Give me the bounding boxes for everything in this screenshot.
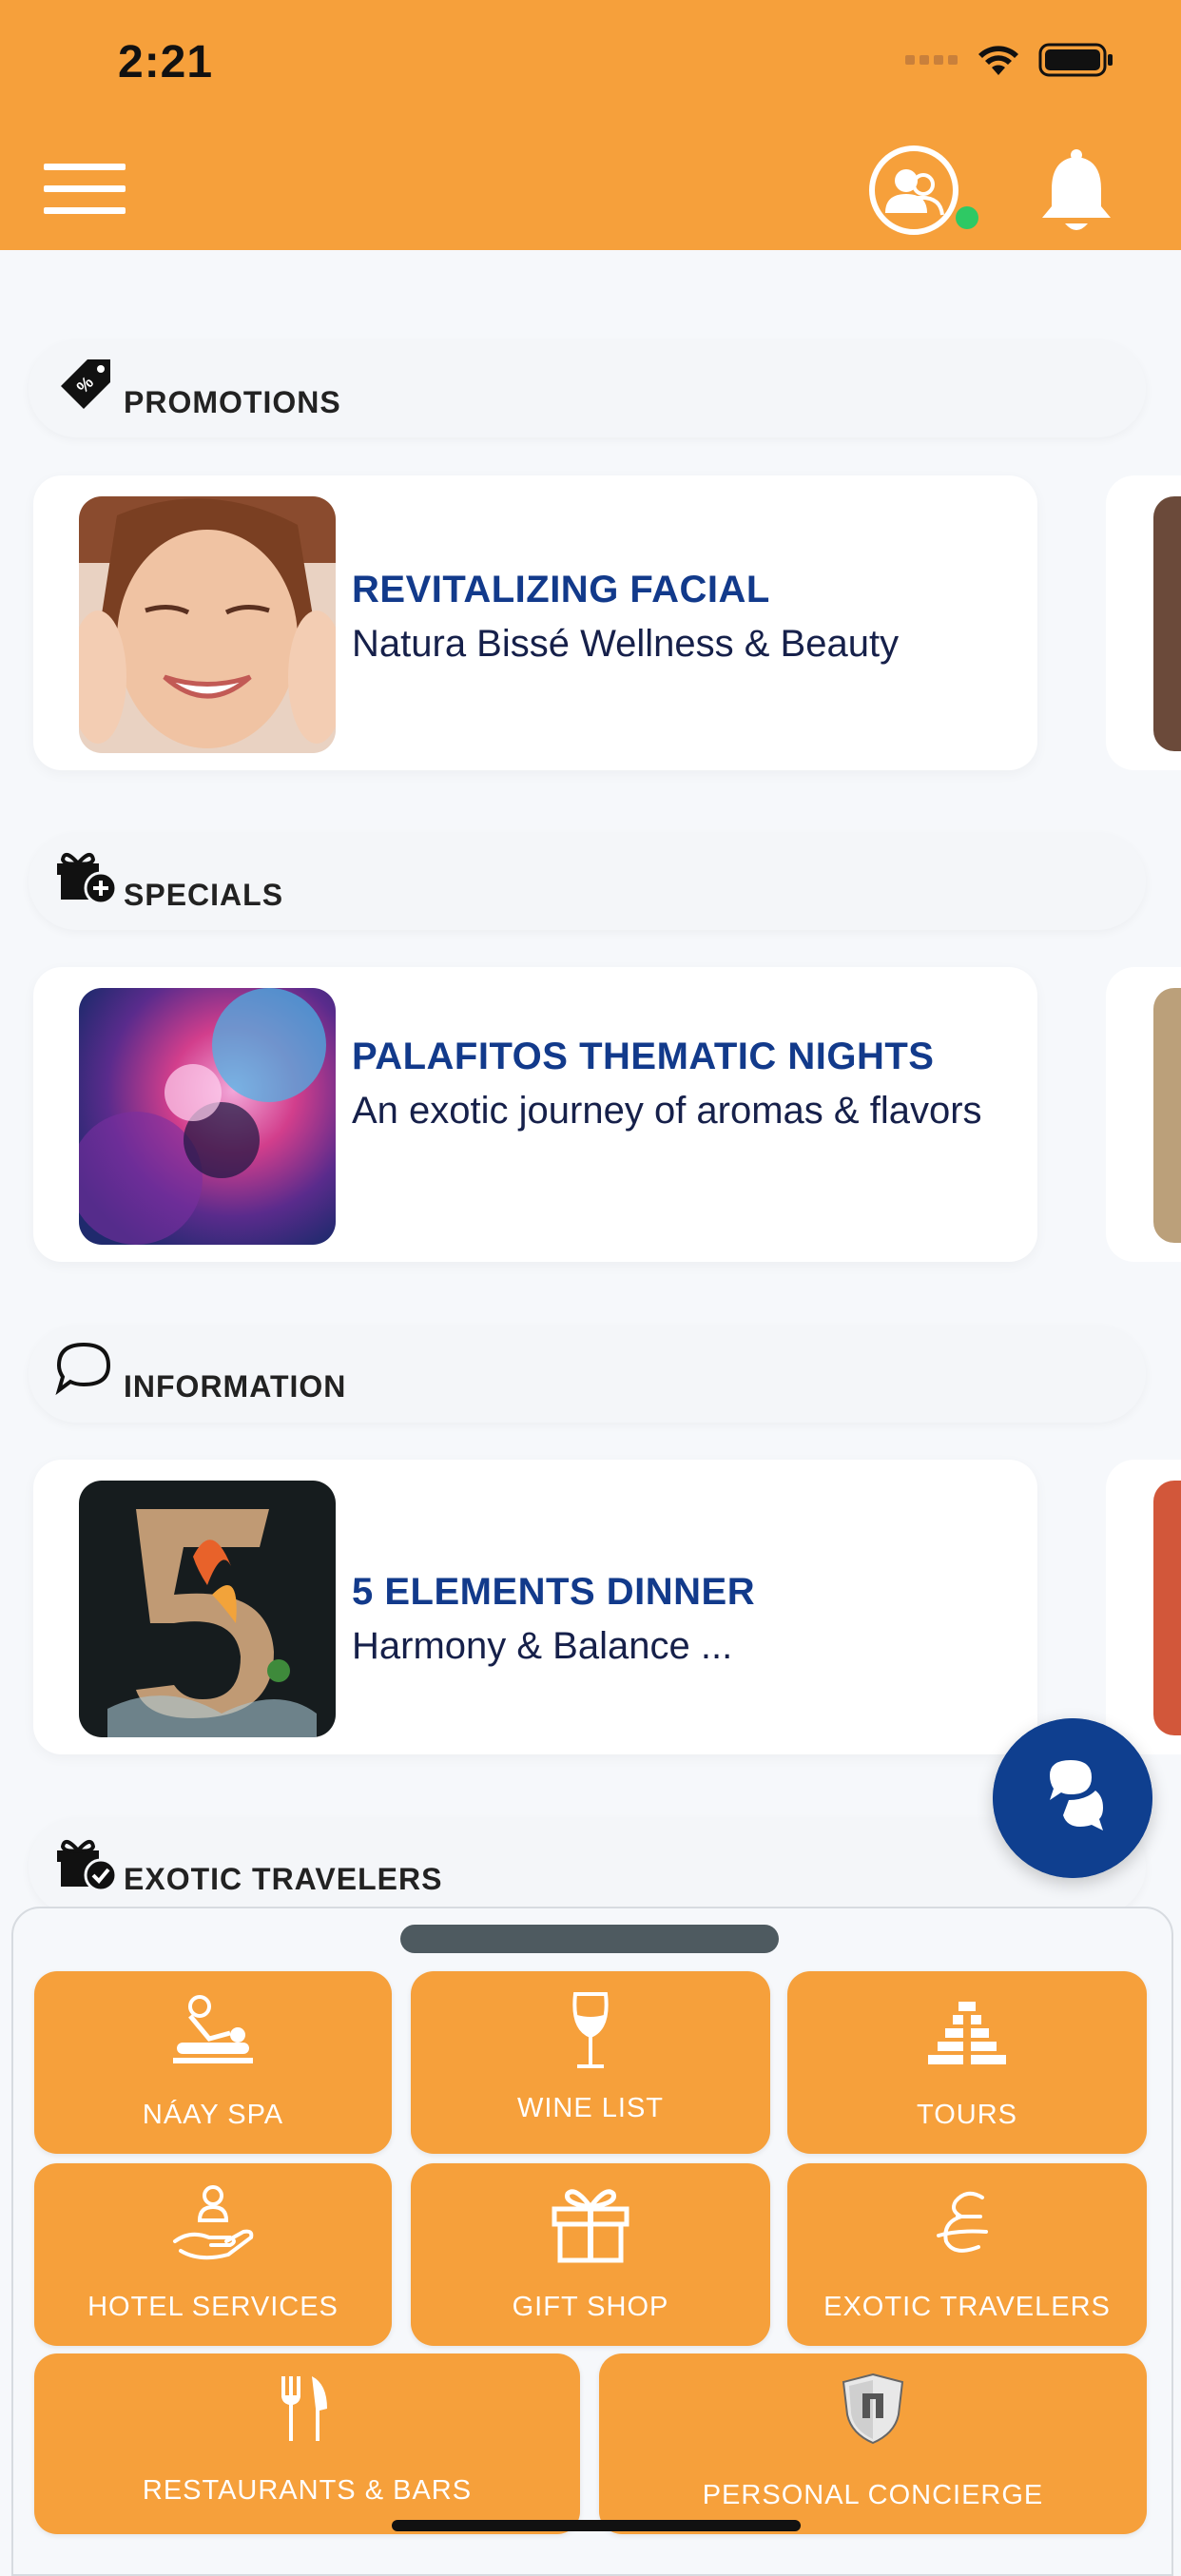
section-title-specials: SPECIALS [124,878,284,912]
information-card[interactable]: 5 ELEMENTS DINNER Harmony & Balance ... [33,1460,1037,1754]
tile-label: PERSONAL CONCIERGE [702,2480,1044,2510]
promotion-subtitle: Natura Bissé Wellness & Beauty [352,623,900,665]
signal-icon [905,55,958,65]
app-header: 2:21 [0,0,1181,250]
tile-wine-list[interactable]: WINE LIST [411,1971,770,2154]
shield-icon [842,2373,904,2445]
section-title-promotions: PROMOTIONS [124,385,341,419]
next-special-card-peek[interactable] [1106,967,1181,1262]
next-information-card-peek[interactable] [1106,1460,1181,1754]
status-time: 2:21 [118,37,214,87]
status-icons [905,42,1114,78]
gift-icon [552,2189,629,2263]
chat-bubble-icon [55,1342,111,1396]
information-title: 5 ELEMENTS DINNER [352,1571,756,1613]
drawer-handle[interactable] [400,1925,779,1953]
wifi-icon [978,46,1018,75]
tile-personal-concierge[interactable]: PERSONAL CONCIERGE [599,2353,1147,2534]
promotion-card[interactable]: REVITALIZING FACIAL Natura Bissé Wellnes… [33,475,1037,770]
color-powder-thumbnail [79,988,336,1245]
chat-bubbles-icon[interactable] [993,1718,1152,1878]
facial-thumbnail [79,496,336,753]
gift-check-icon [57,1839,118,1892]
section-title-information: INFORMATION [124,1369,347,1404]
service-hand-icon [173,2185,254,2260]
battery-icon [1038,43,1113,77]
massage-icon [173,1995,253,2063]
home-indicator [392,2520,801,2531]
price-tag-percent-icon: % [61,359,110,409]
five-elements-thumbnail [79,1481,336,1737]
hamburger-icon[interactable] [44,164,126,215]
next-promotion-card-peek[interactable] [1106,475,1181,770]
peek-thumbnail [1153,496,1181,751]
gift-plus-icon [57,852,118,905]
tile-restaurants-bars[interactable]: RESTAURANTS & BARS [34,2353,580,2534]
tile-naay-spa[interactable]: NÁAY SPA [34,1971,392,2154]
tile-label: WINE LIST [516,2093,664,2123]
peek-thumbnail [1153,988,1181,1243]
promotion-title: REVITALIZING FACIAL [352,569,770,610]
tile-gift-shop[interactable]: GIFT SHOP [411,2163,770,2346]
special-title: PALAFITOS THEMATIC NIGHTS [352,1036,935,1077]
tile-label: NÁAY SPA [142,2100,284,2130]
fork-knife-icon [281,2376,327,2441]
peek-thumbnail [1153,1481,1181,1735]
bell-icon[interactable] [1038,147,1114,235]
users-icon[interactable] [868,145,959,236]
information-subtitle: Harmony & Balance ... [352,1625,733,1667]
tile-label: HOTEL SERVICES [87,2292,339,2322]
wine-glass-icon [572,1992,609,2068]
tile-label: TOURS [917,2100,1017,2130]
tile-label: GIFT SHOP [512,2292,669,2322]
script-e-icon [937,2191,988,2253]
pyramid-icon [928,2002,1006,2064]
tile-label: RESTAURANTS & BARS [142,2475,473,2506]
online-status-dot [956,206,978,229]
tile-exotic-travelers[interactable]: EXOTIC TRAVELERS [787,2163,1147,2346]
special-subtitle: An exotic journey of aromas & flavors [352,1090,982,1132]
section-title-exotic-travelers: EXOTIC TRAVELERS [124,1862,443,1896]
special-card[interactable]: PALAFITOS THEMATIC NIGHTS An exotic jour… [33,967,1037,1262]
tile-tours[interactable]: TOURS [787,1971,1147,2154]
tile-label: EXOTIC TRAVELERS [823,2292,1111,2322]
tile-hotel-services[interactable]: HOTEL SERVICES [34,2163,392,2346]
